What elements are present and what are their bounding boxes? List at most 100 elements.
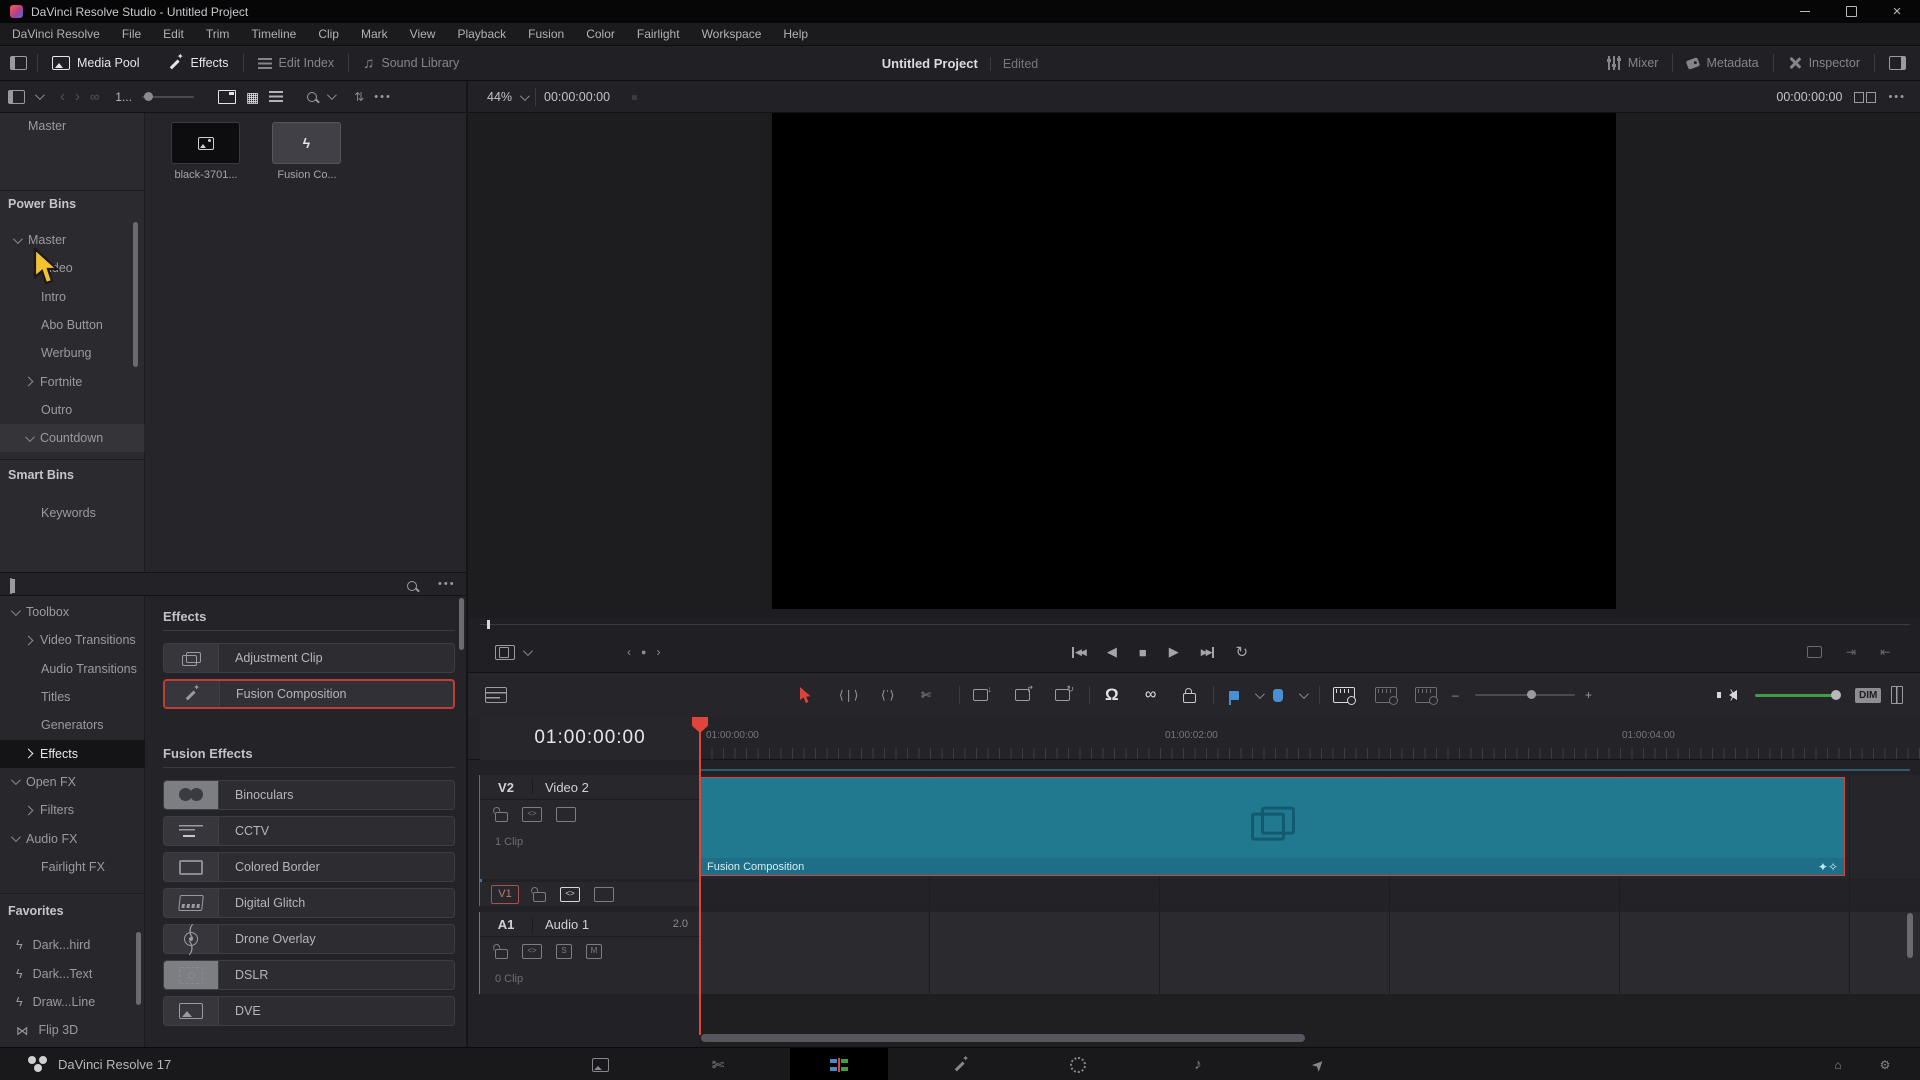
page-color[interactable] [1048,1048,1108,1080]
track-enable-icon[interactable] [594,886,614,902]
bin-item-fortnite[interactable]: Fortnite [0,368,145,396]
auto-select-icon[interactable]: <> [522,806,542,822]
viewer-zoom-level[interactable]: 44% [487,90,512,104]
page-edit[interactable] [790,1048,888,1080]
zoom-full-extent-icon[interactable] [1333,673,1356,717]
bin-item-abo-button[interactable]: Abo Button [0,311,145,339]
chevron-right-icon[interactable] [23,635,34,646]
bin-item-countdown[interactable]: Countdown [0,424,145,453]
track-id[interactable]: A1 [480,916,533,932]
minimize-button[interactable] [1782,0,1828,23]
match-frame-out-icon[interactable]: ⇥ [1846,645,1856,659]
back-icon[interactable]: ‹ [60,89,65,104]
chevron-down-icon[interactable] [10,605,21,616]
razor-tool-icon[interactable]: ✄ [921,673,931,717]
track-name[interactable]: Audio 1 [533,917,589,932]
bin-item-werbung[interactable]: Werbung [0,339,145,367]
zoom-slider[interactable] [1475,673,1575,717]
insert-clip-icon[interactable]: ↓ [973,673,992,717]
fx-search-icon[interactable] [407,581,417,591]
resize-viewer-icon[interactable] [1807,646,1822,658]
linked-selection-icon[interactable]: ∞ [1145,673,1156,717]
audio-meters-icon[interactable] [1891,673,1903,717]
menu-view[interactable]: View [410,27,436,41]
timeline-clip-fusion-composition[interactable]: Fusion Composition ✦✧ [700,777,1845,876]
fx-tree-item-effects[interactable]: Effects [0,739,145,768]
close-button[interactable]: × [1874,0,1920,23]
metadata-view-icon[interactable] [217,89,236,104]
viewer-timecode[interactable]: 00:00:00:00 [544,90,610,104]
track-header-a1[interactable]: A1 Audio 1 2.0 <> S M 0 Clip [480,912,700,994]
bin-item-outro[interactable]: Outro [0,396,145,424]
inspector-panel-toggle[interactable] [1875,46,1920,80]
flag-icon[interactable] [1229,673,1239,717]
fx-item-binoculars[interactable]: Binoculars [163,780,455,810]
next-clip-icon[interactable]: › [656,645,660,659]
track-lock-icon[interactable] [495,949,508,959]
timeline-ruler[interactable]: 01:00:00:00 01:00:00:00 01:00:02:00 01:00:… [467,716,1920,760]
menu-fusion[interactable]: Fusion [528,27,564,41]
current-clip-icon[interactable]: ● [641,647,646,657]
menu-file[interactable]: File [122,27,141,41]
chevron-down-icon[interactable] [10,775,21,786]
fx-list-scrollbar[interactable] [459,598,464,650]
relink-icon[interactable]: ∞ [90,90,99,103]
page-fairlight[interactable]: ♪ [1168,1048,1228,1080]
overwrite-clip-icon[interactable]: ↱ [1015,673,1034,717]
viewer-duration-timecode[interactable]: 00:00:00:00 [1776,90,1842,104]
timeline-view-options-icon[interactable] [485,673,507,717]
page-deliver[interactable]: ➤ [1288,1048,1348,1080]
scrub-handle[interactable] [487,620,490,629]
project-settings-gear-icon[interactable]: ⚙ [1855,1048,1915,1080]
favorite-item-draw-line[interactable]: ϟ Draw...Line [0,988,145,1016]
zoom-detail-icon[interactable] [1375,673,1398,717]
snapping-magnet-icon[interactable]: Ω [1105,673,1119,717]
page-media[interactable] [570,1048,630,1080]
track-name[interactable]: Video 2 [533,780,589,795]
fx-tree-item-filters[interactable]: Filters [0,796,145,824]
auto-select-icon[interactable]: <> [560,886,580,902]
menu-playback[interactable]: Playback [457,27,506,41]
fx-item-digital-glitch[interactable]: Digital Glitch [163,888,455,918]
go-to-end-button[interactable]: ▶▶ [1201,646,1214,658]
replace-clip-icon[interactable]: ↻ [1055,673,1074,717]
go-to-start-button[interactable]: ◀◀ [1072,646,1087,658]
menu-edit[interactable]: Edit [163,27,184,41]
chevron-down-icon[interactable] [24,431,35,442]
loop-button[interactable]: ↻ [1236,643,1249,661]
fx-item-colored-border[interactable]: Colored Border [163,852,455,882]
zoom-in-icon[interactable]: + [1585,673,1592,717]
fx-item-dslr[interactable]: DSLR [163,960,455,990]
step-back-button[interactable]: ◀ [1107,644,1117,660]
dynamic-trim-mode-icon[interactable]: ⟨ˈ⟩ [881,673,894,717]
media-clip-thumbnail[interactable]: ϟ [272,122,341,164]
viewer-mode-icon[interactable] [495,644,515,660]
fx-options-icon[interactable]: ••• [438,578,456,590]
fx-item-cctv[interactable]: CCTV [163,816,455,846]
chevron-down-icon[interactable] [522,645,533,656]
maximize-button[interactable] [1828,0,1874,23]
sound-library-button[interactable]: ♫ Sound Library [349,46,473,80]
trim-edit-mode-icon[interactable]: ⟨❘⟩ [839,673,858,717]
menu-color[interactable]: Color [586,27,615,41]
options-menu-icon[interactable]: ••• [374,91,392,103]
mute-button[interactable]: M [586,943,602,959]
list-view-icon[interactable] [269,91,284,102]
menu-fairlight[interactable]: Fairlight [637,27,680,41]
page-cut[interactable]: ✄ [688,1048,748,1080]
thumbnail-view-icon[interactable]: ▦ [246,90,259,104]
inspector-button[interactable]: Inspector [1774,46,1874,80]
dim-button[interactable]: DIM [1855,673,1882,717]
menu-davinci-resolve[interactable]: DaVinci Resolve [12,27,100,41]
match-frame-in-icon[interactable]: ⇤ [1880,645,1890,659]
fx-tree-scrollbar[interactable] [136,932,141,1005]
stop-button[interactable]: ■ [1139,645,1147,660]
fx-tree-item-open-fx[interactable]: Open FX [0,768,145,796]
thumbnail-size-slider[interactable] [141,91,194,101]
chevron-right-icon[interactable] [23,805,34,816]
zoom-custom-icon[interactable] [1415,673,1438,717]
timeline-vertical-scrollbar[interactable] [1907,913,1913,958]
chevron-down-icon[interactable] [327,90,338,101]
marker-chevron-icon[interactable] [1298,673,1309,717]
timeline-horizontal-scrollbar[interactable] [701,1034,1305,1042]
